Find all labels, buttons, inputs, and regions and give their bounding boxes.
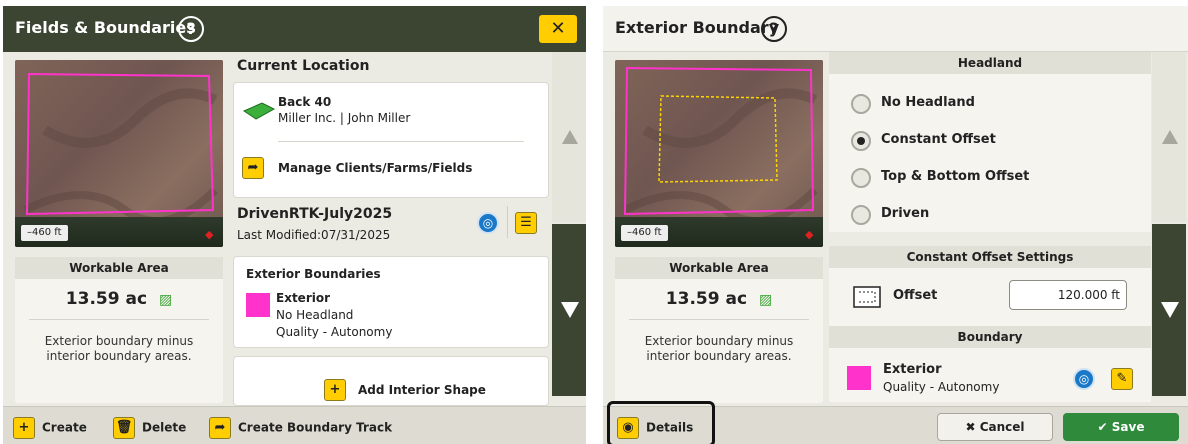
delete-button[interactable]: 🗑 Delete [113,415,186,439]
location-pin-icon: ◆ [805,228,814,241]
exterior-boundaries-card[interactable]: Exterior Boundaries Exterior No Headland… [233,256,549,348]
headland-option-label[interactable]: Constant Offset [881,132,996,147]
headland-radio-3[interactable] [851,205,871,225]
boundary-set-name: DrivenRTK-July2025 [237,206,393,222]
eye-icon: ◉ [617,416,639,439]
trash-icon: 🗑 [113,416,135,439]
headland-option-label[interactable]: Top & Bottom Offset [881,169,1029,184]
headland-option-label[interactable]: Driven [881,206,929,221]
offset-label: Offset [893,288,938,303]
workable-area-description: Exterior boundary minus interior boundar… [44,334,194,363]
save-button[interactable]: ✔ Save [1063,413,1179,441]
area-hatch-icon: ▨ [158,292,173,308]
field-map[interactable]: –460 ft ◆ [15,60,223,247]
workable-area-card: Workable Area 13.59 ac ▨ Exterior bounda… [615,257,823,403]
offset-settings-title: Constant Offset Settings [829,246,1151,268]
current-location-title: Current Location [237,58,370,74]
boundary-name: Exterior [883,362,942,377]
footer-toolbar: ◉ Details ✖ Cancel ✔ Save [603,401,1188,444]
area-hatch-icon: ▨ [758,292,773,308]
location-pin-icon: ◆ [205,228,214,241]
list-menu-icon[interactable]: ☰ [515,212,537,234]
headland-radio-0[interactable] [851,94,871,114]
current-location-card: Back 40 Miller Inc. | John Miller ➦ Mana… [233,82,549,198]
offset-shape-icon [853,286,881,308]
headland-title: Headland [829,52,1151,74]
sync-icon[interactable]: ◎ [477,212,499,234]
details-button[interactable]: ◉ Details [617,415,693,439]
exterior-name: Exterior [276,291,331,305]
fields-boundaries-panel: Fields & Boundaries ? ✕ –460 ft ◆ Workab… [3,6,586,444]
workable-area-card: Workable Area 13.59 ac ▨ Exterior bounda… [15,257,223,403]
sync-icon[interactable]: ◎ [1073,368,1095,390]
add-icon: + [324,379,346,401]
scrollbar [1152,52,1186,406]
scrollbar [552,52,586,406]
exterior-boundary-panel: Exterior Boundary ? –460 ft ◆ Workable A… [603,6,1188,444]
boundary-title: Boundary [829,326,1151,348]
scroll-up-button[interactable] [1152,52,1186,222]
exterior-quality: Quality - Autonomy [276,325,393,339]
headland-options: Headland No Headland Constant Offset Top &… [829,52,1151,232]
down-arrow-icon [1161,302,1179,318]
cancel-button[interactable]: ✖ Cancel [937,413,1053,441]
workable-area-value: 13.59 ac [65,289,148,309]
scroll-down-button[interactable] [552,224,586,396]
scroll-down-button[interactable] [1152,224,1186,396]
field-owner: Miller Inc. | John Miller [278,111,411,125]
field-map[interactable]: –460 ft ◆ [615,60,823,247]
boundary-details-column: Current Location Back 40 Miller Inc. | J… [229,6,549,406]
headland-radio-1[interactable] [851,131,871,151]
exterior-headland: No Headland [276,308,354,322]
offset-input[interactable]: 120.000 ft [1009,280,1127,310]
plus-icon: + [13,416,35,439]
map-scale: –460 ft [21,225,68,241]
edit-pencil-icon[interactable]: ✎ [1111,368,1133,390]
boundary-color-swatch [246,293,270,317]
headland-option-label[interactable]: No Headland [881,95,975,110]
panel-title: Exterior Boundary [615,18,780,37]
add-interior-shape-button[interactable]: Add Interior Shape [358,383,486,397]
field-icon [242,102,276,120]
up-arrow-icon [1162,130,1178,144]
add-interior-card[interactable]: + Add Interior Shape [233,356,549,406]
create-boundary-track-button[interactable]: ➦ Create Boundary Track [209,415,392,439]
panel-header: Exterior Boundary ? [603,6,1188,52]
exterior-boundaries-title: Exterior Boundaries [246,267,381,281]
workable-area-title: Workable Area [615,257,823,279]
panel-title: Fields & Boundaries [15,18,196,37]
workable-area-value: 13.59 ac [665,289,748,309]
boundary-row: Exterior Quality - Autonomy ◎ ✎ [829,348,1151,402]
help-icon[interactable]: ? [178,16,204,42]
help-icon[interactable]: ? [761,16,787,42]
create-button[interactable]: + Create [13,415,87,439]
arrow-icon: ➦ [242,157,264,179]
last-modified: Last Modified:07/31/2025 [237,228,391,242]
up-arrow-icon [562,130,578,144]
headland-radio-2[interactable] [851,168,871,188]
workable-area-title: Workable Area [15,257,223,279]
field-name: Back 40 [278,95,332,109]
footer-toolbar: + Create 🗑 Delete ➦ Create Boundary Track [3,406,586,444]
offset-settings-row: Offset 120.000 ft [829,268,1151,326]
manage-clients-link[interactable]: Manage Clients/Farms/Fields [278,161,472,175]
workable-area-description: Exterior boundary minus interior boundar… [644,334,794,363]
map-scale: –460 ft [621,225,668,241]
boundary-quality: Quality - Autonomy [883,380,1000,394]
down-arrow-icon [561,302,579,318]
boundary-color-swatch [847,366,871,390]
scroll-up-button[interactable] [552,52,586,222]
arrow-icon: ➦ [209,416,231,439]
